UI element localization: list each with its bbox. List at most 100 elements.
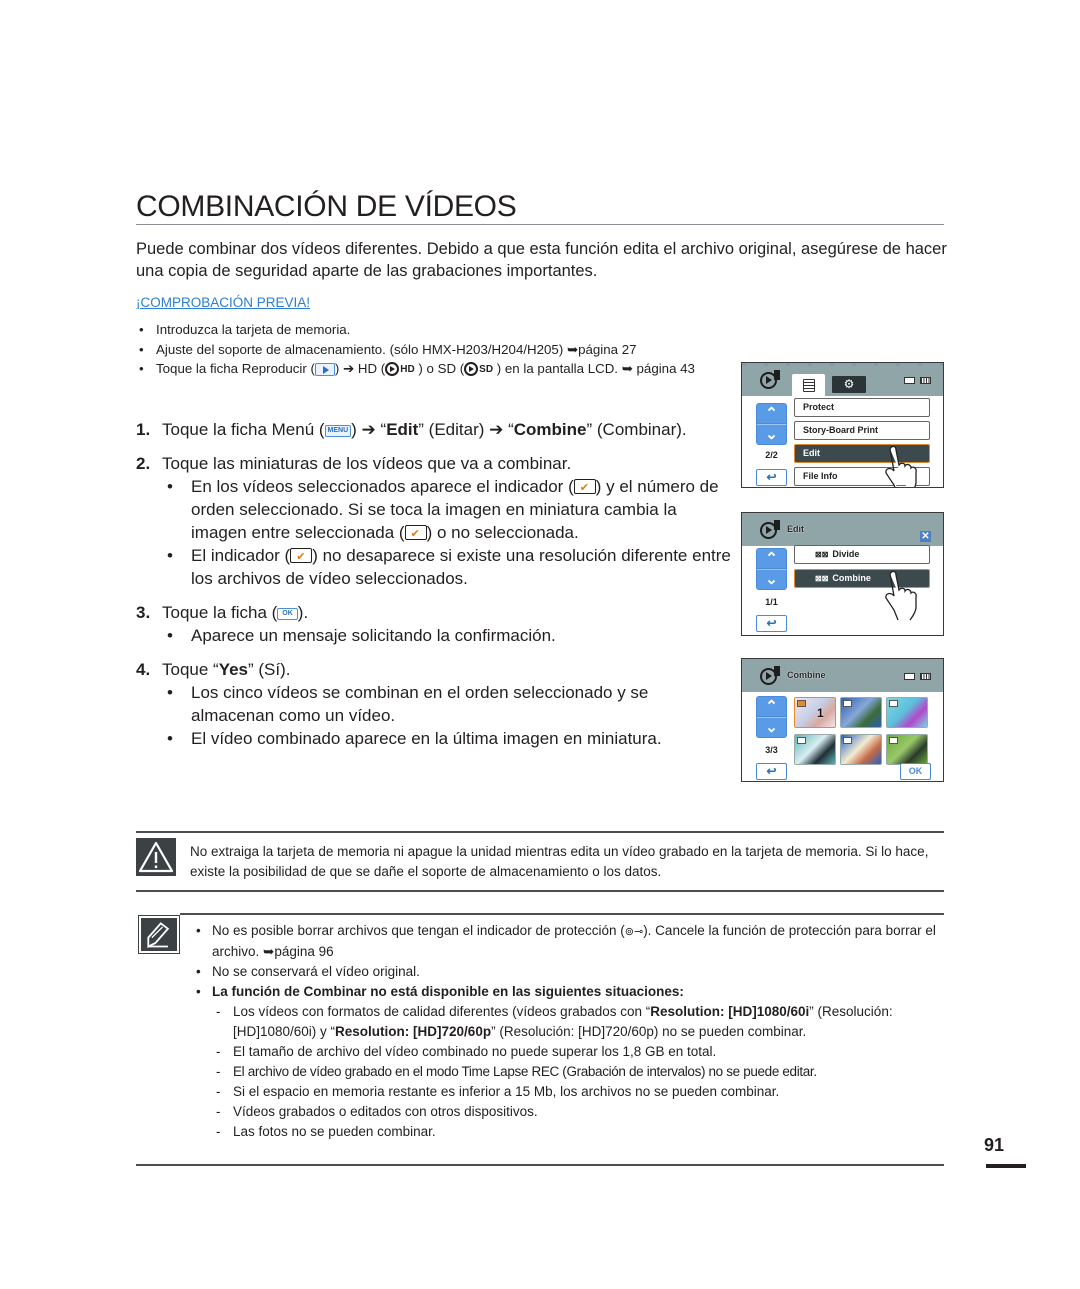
- note-subitem: Vídeos grabados o editados con otros dis…: [212, 1102, 964, 1122]
- note-subitem: Si el espacio en memoria restante es inf…: [212, 1082, 964, 1102]
- camera-screen-menu: ⚙ ⌃ ⌄ 2/2 ↩ Protect Story-Board Print Ed…: [741, 362, 944, 488]
- step-bullet: El indicador () no desaparece si existe …: [162, 544, 736, 590]
- status-icons: [904, 377, 931, 384]
- note-subitem: Las fotos no se pueden combinar.: [212, 1122, 964, 1142]
- step-bullet: Los cinco vídeos se combinan en el orden…: [162, 681, 736, 727]
- scroll-up-button[interactable]: ⌃: [756, 696, 787, 717]
- step-bullet: El vídeo combinado aparece en la última …: [162, 727, 736, 750]
- step-3: 3. Toque la ficha (OK). Aparece un mensa…: [136, 601, 736, 647]
- thumbnail-grid: 1: [794, 697, 928, 765]
- menu-list-tab[interactable]: [792, 374, 825, 396]
- divider: [136, 1164, 944, 1166]
- page-counter: 2/2: [765, 450, 778, 460]
- page-counter: 1/1: [765, 597, 778, 607]
- note-subitem: Los vídeos con formatos de calidad difer…: [212, 1002, 964, 1042]
- play-mode-icon: [760, 520, 782, 540]
- note-subitem: El tamaño de archivo del vídeo combinado…: [212, 1042, 964, 1062]
- step-bullet: Aparece un mensaje solicitando la confir…: [162, 624, 736, 647]
- notes-list: No es posible borrar archivos que tengan…: [194, 921, 964, 1142]
- step-1: 1. Toque la ficha Menú (MENU) ➔ “Edit” (…: [136, 420, 687, 439]
- note-pencil-icon: [138, 915, 180, 954]
- video-thumbnail[interactable]: [840, 734, 882, 765]
- scroll-up-button[interactable]: ⌃: [756, 403, 787, 424]
- ok-tab-icon: OK: [277, 607, 298, 620]
- page-title: COMBINACIÓN DE VÍDEOS: [136, 190, 944, 225]
- menu-tab-icon: MENU: [324, 424, 352, 437]
- back-button[interactable]: ↩: [756, 469, 787, 486]
- play-tab-icon: [314, 362, 335, 376]
- warning-text: No extraiga la tarjeta de memoria ni apa…: [190, 844, 929, 879]
- page-number-bar: [986, 1164, 1026, 1168]
- battery-icon: [920, 377, 931, 384]
- video-thumbnail[interactable]: [886, 697, 928, 728]
- video-thumbnail[interactable]: [794, 734, 836, 765]
- camera-screen-combine: Combine ⌃ ⌄ 3/3 ↩ 1 OK: [741, 658, 944, 782]
- scroll-down-button[interactable]: ⌄: [756, 569, 787, 590]
- precheck-item: Ajuste del soporte de almacenamiento. (s…: [136, 340, 776, 360]
- battery-icon: [920, 673, 931, 680]
- video-thumbnail[interactable]: [886, 734, 928, 765]
- precheck-list: Introduzca la tarjeta de memoria. Ajuste…: [136, 320, 776, 379]
- back-button[interactable]: ↩: [756, 763, 787, 780]
- page-reference: página 27: [578, 341, 637, 357]
- divider: [136, 831, 944, 833]
- page-number: 91: [984, 1135, 1005, 1155]
- page-reference: página 43: [632, 361, 695, 376]
- scroll-down-button[interactable]: ⌄: [756, 717, 787, 738]
- play-mode-icon: [760, 370, 782, 390]
- ref-arrow-icon: ➥: [566, 341, 579, 357]
- note-item: No es posible borrar archivos que tengan…: [194, 921, 964, 962]
- warning-icon: [136, 838, 176, 876]
- selected-check-icon: [404, 523, 427, 546]
- scroll-up-button[interactable]: ⌃: [756, 548, 787, 569]
- checkbox-icon: [797, 737, 806, 744]
- video-thumbnail[interactable]: [840, 697, 882, 728]
- note-subitem: El archivo de vídeo grabado en el modo T…: [212, 1062, 964, 1082]
- touch-hand-icon: [885, 570, 917, 621]
- step-4: 4. Toque “Yes” (Sí). Los cinco vídeos se…: [136, 658, 736, 750]
- precheck-item: Introduzca la tarjeta de memoria.: [136, 320, 776, 340]
- divider: [180, 913, 944, 915]
- checkbox-icon: [843, 737, 852, 744]
- menu-item-protect[interactable]: Protect: [794, 398, 930, 417]
- intro-paragraph: Puede combinar dos vídeos diferentes. De…: [136, 240, 947, 280]
- ref-arrow-icon: ➥: [621, 361, 633, 376]
- note-item: No se conservará el vídeo original.: [194, 962, 964, 982]
- selected-check-icon: [290, 546, 313, 569]
- checkbox-icon: [843, 700, 852, 707]
- hd-video-icon: HD: [385, 360, 415, 380]
- selected-check-icon: [797, 700, 806, 707]
- page-counter: 3/3: [765, 745, 778, 755]
- precheck-heading: ¡COMPROBACIÓN PREVIA!: [136, 295, 311, 310]
- play-mode-icon: [760, 666, 782, 686]
- selected-check-icon: [573, 477, 596, 500]
- scroll-down-button[interactable]: ⌄: [756, 424, 787, 445]
- close-button[interactable]: ✕: [920, 531, 931, 542]
- steps-list: 1. Toque la ficha Menú (MENU) ➔ “Edit” (…: [136, 418, 736, 761]
- note-item: La función de Combinar no está disponibl…: [194, 982, 964, 1142]
- video-thumbnail[interactable]: 1: [794, 697, 836, 728]
- menu-item-divide[interactable]: ⊠⊠ Divide: [794, 545, 930, 564]
- page-reference: página 96: [274, 944, 334, 959]
- touch-hand-icon: [885, 445, 917, 487]
- divide-icon: ⊠⊠: [815, 550, 829, 559]
- divider: [136, 890, 944, 892]
- protect-key-icon: ⊚⊸: [624, 926, 644, 938]
- screen-title: Edit: [787, 524, 804, 534]
- sd-video-icon: SD: [464, 360, 493, 380]
- step-2: 2. Toque las miniaturas de los vídeos qu…: [136, 452, 736, 590]
- selection-order: 1: [817, 706, 824, 720]
- menu-item-story-board-print[interactable]: Story-Board Print: [794, 421, 930, 440]
- precheck-item: Toque la ficha Reproducir () ➔ HD (HD ) …: [136, 359, 776, 379]
- memory-card-icon: [904, 673, 915, 680]
- checkbox-icon: [889, 737, 898, 744]
- settings-gear-tab[interactable]: ⚙: [832, 376, 866, 393]
- camera-screen-edit: Edit ✕ ⌃ ⌄ 1/1 ↩ ⊠⊠ Divide ⊠⊠ Combine: [741, 512, 944, 636]
- step-bullet: En los vídeos seleccionados aparece el i…: [162, 475, 736, 546]
- ref-arrow-icon: ➥: [263, 944, 275, 959]
- combine-icon: ⊠⊠: [815, 574, 829, 583]
- screen-title: Combine: [787, 670, 826, 680]
- ok-button[interactable]: OK: [900, 763, 931, 780]
- back-button[interactable]: ↩: [756, 615, 787, 632]
- status-icons: [904, 673, 931, 680]
